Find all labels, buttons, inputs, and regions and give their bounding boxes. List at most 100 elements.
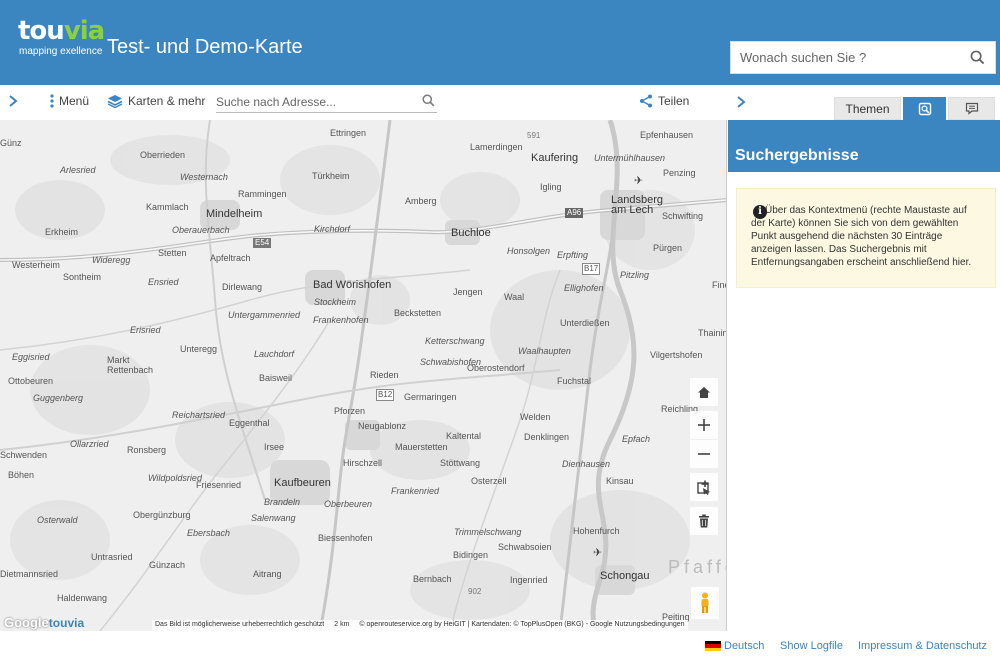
airport-icon: ✈: [593, 547, 603, 559]
attribution-sources[interactable]: © openrouteservice.org by HeiGIT | Karte…: [359, 621, 684, 630]
collapse-panel-chevron-icon[interactable]: [736, 95, 746, 113]
german-flag-icon[interactable]: [705, 641, 721, 651]
place-label: Markt Rettenbach: [107, 355, 154, 375]
place-label: Schwabsoien: [498, 542, 552, 552]
place-label: Böhen: [8, 470, 35, 480]
place-label: Schwabishofen: [420, 357, 482, 367]
place-label: Bernbach: [413, 574, 452, 584]
place-label: Mauerstetten: [395, 442, 448, 452]
place-label: Untrasried: [91, 552, 133, 562]
place-label: Kaufering: [531, 152, 579, 164]
place-label: Oberauerbach: [172, 225, 230, 235]
place-label: Waal: [504, 292, 525, 302]
place-label: Stöttwang: [440, 458, 481, 468]
trash-icon: [699, 514, 709, 528]
place-label: Bidingen: [453, 550, 489, 560]
menu-button[interactable]: Menü: [50, 94, 89, 108]
layers-button[interactable]: Karten & mehr: [107, 94, 205, 108]
footer: [0, 631, 1000, 658]
place-label: Dienhausen: [562, 459, 611, 469]
place-label: Oberrieden: [140, 150, 186, 160]
layers-icon: [107, 95, 123, 108]
road-shield: B17: [582, 263, 601, 275]
language-selector[interactable]: Deutsch: [724, 640, 764, 652]
place-label: Friesenried: [196, 480, 242, 490]
place-label: Germaringen: [404, 392, 457, 402]
place-label: Unteregg: [180, 344, 218, 354]
comment-icon: [965, 102, 978, 115]
zoom-out-button[interactable]: [690, 440, 718, 468]
place-label: Vilgertshofen: [650, 350, 703, 360]
place-label: Epfenhausen: [640, 130, 694, 140]
imprint-link[interactable]: Impressum & Datenschutz: [858, 640, 987, 652]
panel-title: Suchergebnisse: [728, 120, 1000, 172]
tab-comments[interactable]: [948, 97, 995, 120]
place-label: Aitrang: [253, 569, 282, 579]
street-view-pegman[interactable]: [691, 587, 719, 619]
share-button[interactable]: Teilen: [639, 94, 689, 108]
place-label: Epfach: [622, 434, 651, 444]
place-label: Ensried: [148, 277, 179, 287]
add-to-map-icon: [696, 480, 710, 495]
search-results-icon: [918, 102, 931, 115]
info-text: Über das Kontextmenü (rechte Maustaste a…: [751, 205, 972, 268]
place-label: Baisweil: [259, 373, 293, 383]
place-label: Apfeltrach: [210, 253, 251, 263]
place-label: Unterdießen: [560, 318, 610, 328]
global-search-input[interactable]: [731, 42, 956, 73]
place-label: Schwifting: [662, 211, 704, 221]
minus-icon: [698, 453, 710, 455]
place-label: Ingenried: [510, 575, 548, 585]
road-number: 902: [468, 587, 482, 596]
place-label: Erkheim: [45, 227, 79, 237]
place-label: Kinsau: [606, 476, 634, 486]
place-label: Waalhaupten: [518, 346, 571, 356]
place-label: Hohenfurch: [573, 526, 620, 536]
place-label: Arlesried: [60, 165, 96, 175]
place-label: Ellighofen: [564, 283, 604, 293]
logo-tagline: mapping exellence: [19, 46, 103, 57]
place-label: Kammlach: [146, 202, 189, 212]
home-icon: [698, 386, 710, 398]
place-label: Igling: [540, 182, 562, 192]
delete-button[interactable]: [690, 507, 718, 535]
place-label: Stetten: [158, 248, 187, 258]
show-logfile-link[interactable]: Show Logfile: [780, 640, 843, 652]
logo-wordmark: touvia: [18, 16, 105, 46]
place-label: Rammingen: [238, 189, 287, 199]
tab-themes[interactable]: Themen: [834, 97, 901, 120]
place-label: Frankenried: [391, 486, 440, 496]
place-label: Oberostendorf: [467, 363, 525, 373]
place-label: Hirschzell: [343, 458, 383, 468]
place-label: Pürgen: [653, 243, 683, 253]
place-label: Untergammenried: [228, 310, 301, 320]
tab-themes-label: Themen: [845, 101, 890, 116]
place-label: Denklingen: [524, 432, 570, 442]
share-icon: [640, 94, 652, 108]
place-label: Kaltental: [446, 431, 482, 441]
address-search-icon[interactable]: [422, 94, 435, 112]
address-search-input[interactable]: [216, 91, 411, 112]
place-label: Jengen: [453, 287, 483, 297]
home-button[interactable]: [690, 378, 718, 406]
google-touvia-logo: Google touvia: [4, 615, 85, 630]
map-canvas[interactable]: Günz Oberrieden Arlesried Westernach Ram…: [0, 120, 727, 631]
place-label: Ketterschwang: [425, 336, 485, 346]
place-label: Penzing: [663, 168, 696, 178]
place-label: Westernach: [180, 172, 228, 182]
place-label: Dirlewang: [222, 282, 263, 292]
place-label: Erpfting: [557, 250, 589, 260]
place-label: Pitzling: [620, 270, 650, 280]
tab-search-results[interactable]: [903, 97, 946, 120]
place-label: Schongau: [600, 570, 650, 582]
place-label: Buchloe: [451, 227, 491, 239]
add-marker-button[interactable]: [690, 473, 718, 501]
place-label: Beckstetten: [394, 308, 442, 318]
zoom-in-button[interactable]: [690, 411, 718, 439]
place-label: Osterzell: [471, 476, 507, 486]
expand-left-chevron-icon[interactable]: [8, 95, 18, 107]
place-label: Salenwang: [251, 513, 296, 523]
search-icon[interactable]: [970, 50, 985, 70]
place-label: Dietmannsried: [0, 569, 59, 579]
touvia-logo[interactable]: touvia mapping exellence: [18, 16, 105, 60]
